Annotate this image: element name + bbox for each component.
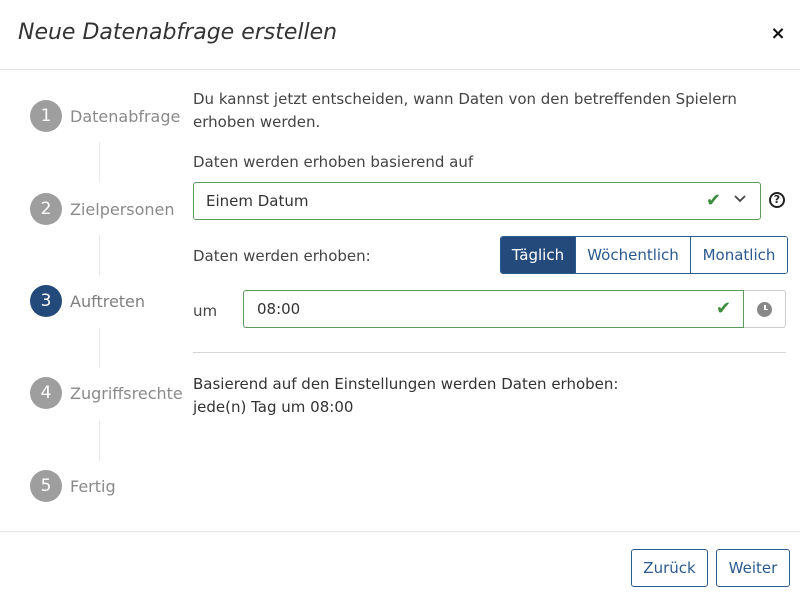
time-input[interactable]: 08:00 ✔ [243,290,744,328]
frequency-daily-button[interactable]: Täglich [501,237,575,273]
step-number: 3 [30,285,62,317]
divider [193,352,786,353]
clock-icon [757,301,772,317]
step-connector [99,421,100,461]
step-label: Zielpersonen [70,199,175,219]
step-label: Fertig [70,476,116,496]
step-connector [99,328,100,368]
step-number: 5 [30,470,62,502]
basis-select-value: Einem Datum [206,192,309,210]
time-input-value: 08:00 [257,300,301,318]
dialog-footer: Zurück Weiter [0,531,800,602]
step-fertig[interactable]: 5 Fertig [30,470,116,502]
step-label: Zugriffsrechte [70,383,183,403]
chevron-down-icon [734,193,746,208]
summary-heading: Basierend auf den Einstellungen werden D… [193,375,619,393]
dialog-title: Neue Datenabfrage erstellen [18,20,338,45]
basis-select[interactable]: Einem Datum ✔ [193,182,761,220]
frequency-weekly-button[interactable]: Wöchentlich [575,237,690,273]
clock-button[interactable] [744,290,786,328]
dialog-header: Neue Datenabfrage erstellen × [0,0,800,70]
check-icon: ✔ [716,298,732,319]
frequency-label: Daten werden erhoben: [193,247,371,265]
check-icon: ✔ [706,190,722,211]
time-label: um [193,302,218,320]
step-connector [99,235,100,275]
step-datenabfrage[interactable]: 1 Datenabfrage [30,100,180,132]
intro-text: Du kannst jetzt entscheiden, wann Daten … [193,90,737,131]
basis-label: Daten werden erhoben basierend auf [193,153,474,171]
step-zielpersonen[interactable]: 2 Zielpersonen [30,193,175,225]
step-connector [99,142,100,182]
help-icon[interactable]: ? [769,192,785,208]
frequency-monthly-button[interactable]: Monatlich [690,237,787,273]
step-zugriffsrechte[interactable]: 4 Zugriffsrechte [30,377,183,409]
step-label: Datenabfrage [70,106,181,126]
frequency-toggle-group: Täglich Wöchentlich Monatlich [500,236,788,274]
time-input-group: 08:00 ✔ [243,290,786,328]
summary-value: jede(n) Tag um 08:00 [193,398,354,416]
step-number: 4 [30,377,62,409]
step-number: 2 [30,193,62,225]
close-icon[interactable]: × [768,24,788,44]
step-label: Auftreten [70,291,146,311]
step-auftreten[interactable]: 3 Auftreten [30,285,145,317]
step-number: 1 [30,100,62,132]
create-query-dialog: Neue Datenabfrage erstellen × 1 Datenabf… [0,0,800,602]
summary: Basierend auf den Einstellungen werden D… [193,373,618,419]
next-button[interactable]: Weiter [716,549,790,587]
back-button[interactable]: Zurück [631,549,708,587]
